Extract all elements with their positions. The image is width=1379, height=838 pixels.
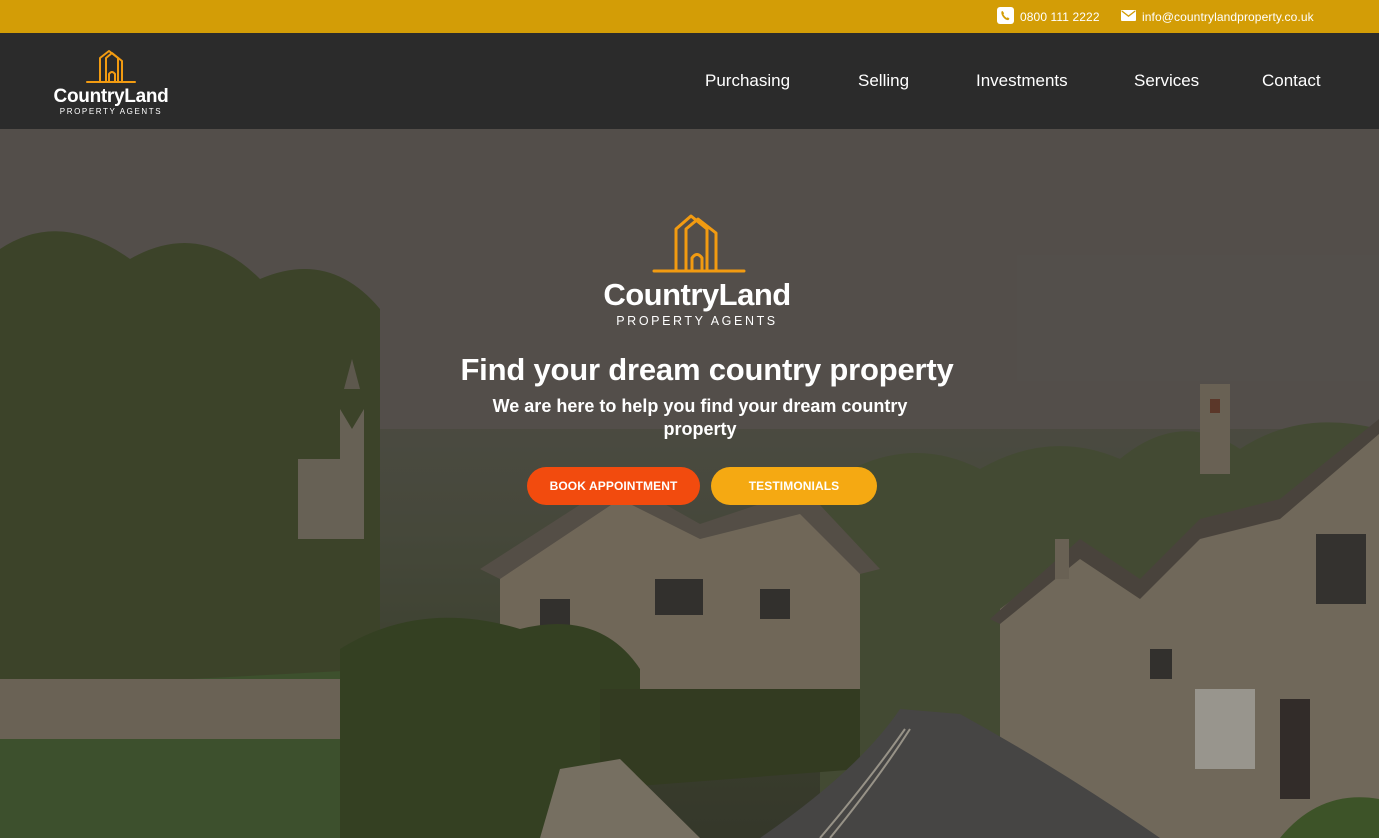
house-logo-icon (86, 50, 136, 83)
phone-icon (997, 6, 1014, 27)
hero-headline: Find your dream country property (460, 352, 954, 387)
testimonials-button[interactable]: TESTIMONIALS (711, 467, 877, 505)
email-contact[interactable]: info@countrylandproperty.co.uk (1121, 0, 1314, 33)
hero-subheadline: We are here to help you find your dream … (492, 396, 908, 439)
book-appointment-button[interactable]: BOOK APPOINTMENT (527, 467, 700, 505)
nav-services[interactable]: Services (1134, 33, 1199, 129)
hero-logo: CountryLand PROPERTY AGENTS (590, 213, 804, 333)
site-header: CountryLand PROPERTY AGENTS Purchasing S… (0, 33, 1379, 129)
logo-tagline: PROPERTY AGENTS (59, 107, 163, 116)
logo-brand: CountryLand (53, 86, 169, 107)
hero-section: CountryLand PROPERTY AGENTS Find your dr… (0, 129, 1379, 838)
nav-selling[interactable]: Selling (858, 33, 909, 129)
nav-investments[interactable]: Investments (976, 33, 1068, 129)
hero-logo-brand: CountryLand (603, 277, 791, 312)
envelope-icon (1121, 9, 1136, 24)
top-contact-bar: 0800 111 2222 info@countrylandproperty.c… (0, 0, 1379, 33)
hero-logo-tagline: PROPERTY AGENTS (616, 314, 778, 328)
header-logo[interactable]: CountryLand PROPERTY AGENTS (52, 48, 170, 116)
house-logo-icon (652, 214, 746, 273)
nav-contact[interactable]: Contact (1262, 33, 1321, 129)
phone-number: 0800 111 2222 (1020, 9, 1100, 24)
nav-purchasing[interactable]: Purchasing (705, 33, 790, 129)
email-address: info@countrylandproperty.co.uk (1142, 9, 1314, 24)
phone-contact[interactable]: 0800 111 2222 (997, 0, 1100, 33)
